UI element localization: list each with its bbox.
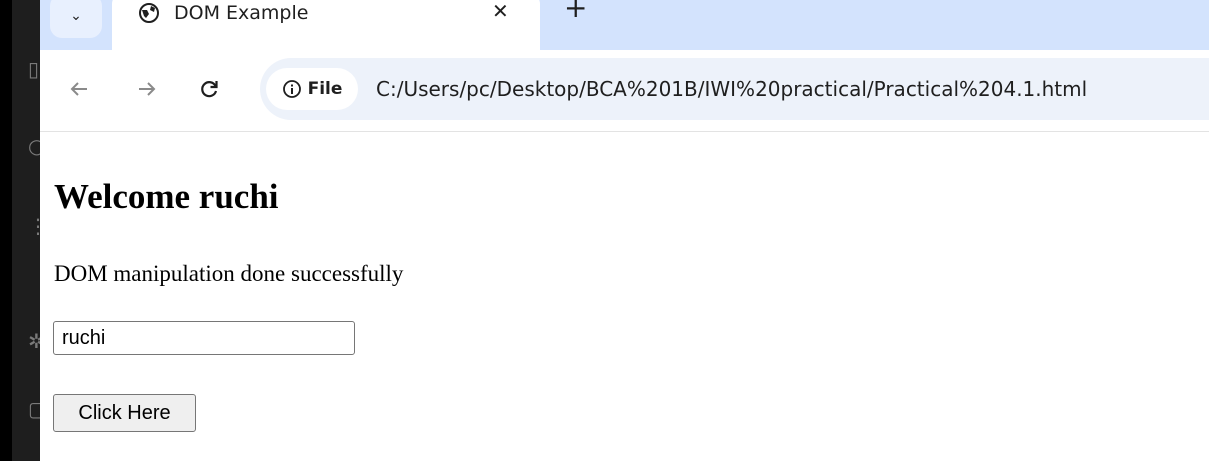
info-icon	[282, 80, 301, 98]
site-info-label: File	[307, 79, 343, 99]
status-paragraph: DOM manipulation done successfully	[54, 261, 404, 286]
browser-chrome: ⌄ DOM Example ✕ + File C:/Users/pc/Deskt…	[40, 0, 1209, 132]
globe-icon	[139, 3, 159, 23]
browser-toolbar: File C:/Users/pc/Desktop/BCA%201B/IWI%20…	[40, 50, 1209, 132]
page-content: Welcome ruchi DOM manipulation done succ…	[40, 132, 1209, 461]
tab-list-button[interactable]: ⌄	[50, 0, 102, 38]
address-bar[interactable]: File C:/Users/pc/Desktop/BCA%201B/IWI%20…	[260, 58, 1209, 120]
arrow-left-icon	[70, 82, 87, 96]
chevron-down-icon: ⌄	[70, 8, 82, 24]
close-icon[interactable]: ✕	[492, 0, 509, 24]
back-button[interactable]	[62, 72, 96, 106]
new-tab-button[interactable]: +	[564, 0, 587, 26]
click-here-button[interactable]: Click Here	[53, 394, 196, 432]
reload-button[interactable]	[192, 72, 226, 106]
forward-button[interactable]	[130, 72, 164, 106]
window-edge	[0, 0, 12, 461]
tab-dom-example[interactable]: DOM Example ✕	[112, 0, 540, 50]
page-heading: Welcome ruchi	[54, 177, 279, 216]
editor-side-strip: ▯ ○ ⋮ ✲ ▢	[0, 0, 42, 461]
reload-icon	[201, 81, 218, 98]
tab-title: DOM Example	[174, 2, 309, 24]
site-info-chip[interactable]: File	[266, 68, 358, 110]
arrow-right-icon	[139, 82, 156, 96]
url-text[interactable]: C:/Users/pc/Desktop/BCA%201B/IWI%20pract…	[376, 75, 1087, 103]
name-input[interactable]	[53, 321, 355, 355]
